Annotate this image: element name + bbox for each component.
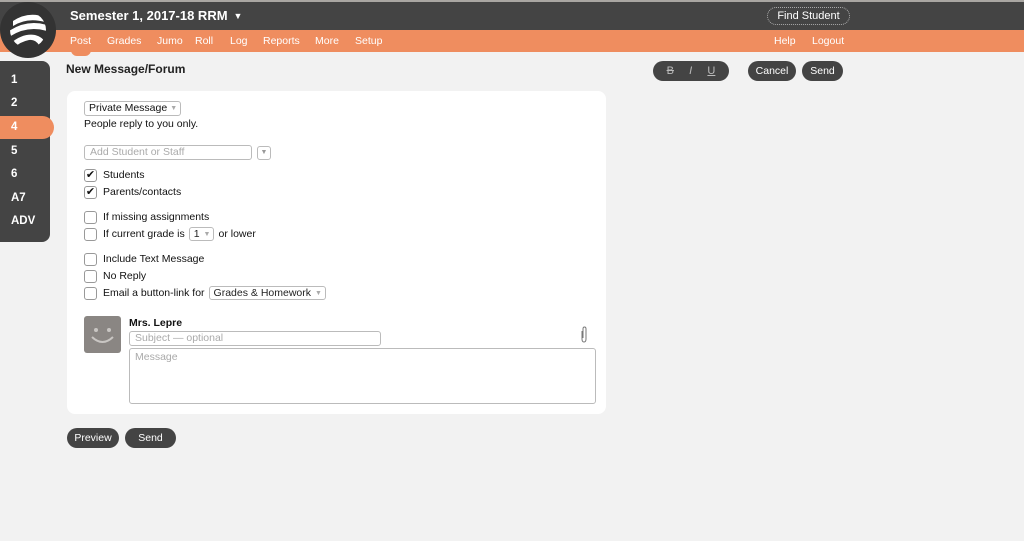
subject-input[interactable]: Subject — optional	[129, 331, 381, 346]
semester-label: Semester 1, 2017-18 RRM	[70, 8, 228, 23]
grade-threshold-value: 1	[193, 228, 200, 240]
nav-roll[interactable]: Roll	[195, 35, 213, 47]
students-label: Students	[103, 169, 145, 181]
italic-button[interactable]: I	[689, 65, 692, 77]
underline-button[interactable]: U	[707, 65, 715, 77]
chevron-down-icon: ▼	[260, 149, 268, 156]
students-option: ✔ Students	[84, 168, 144, 182]
no-reply-label: No Reply	[103, 270, 147, 282]
no-reply-option: No Reply	[84, 269, 146, 283]
nav-reports[interactable]: Reports	[263, 35, 300, 47]
message-type-value: Private Message	[89, 102, 168, 114]
nav-post[interactable]: Post	[70, 35, 91, 47]
school-logo[interactable]	[0, 2, 56, 58]
period-item[interactable]: ADV	[0, 210, 50, 233]
chevron-down-icon: ▼	[170, 105, 178, 112]
nav-log[interactable]: Log	[230, 35, 248, 47]
nav-bar	[0, 30, 1024, 52]
parents-option: ✔ Parents/contacts	[84, 185, 181, 199]
nav-logout[interactable]: Logout	[812, 35, 844, 47]
find-student-button[interactable]: Find Student	[767, 7, 850, 25]
author-name: Mrs. Lepre	[129, 317, 183, 329]
grade-threshold-select[interactable]: 1 ▼	[188, 227, 215, 241]
nav-more[interactable]: More	[315, 35, 339, 47]
chevron-down-icon: ▼	[203, 231, 211, 238]
text-message-checkbox[interactable]	[84, 252, 97, 266]
no-reply-checkbox[interactable]	[84, 269, 97, 283]
period-item-active[interactable]: 4	[0, 116, 54, 139]
smiley-icon	[91, 328, 114, 343]
period-item[interactable]: 6	[0, 163, 50, 186]
text-message-label: Include Text Message	[103, 253, 205, 265]
grade-threshold-suffix: or lower	[218, 228, 256, 240]
parents-label: Parents/contacts	[103, 186, 182, 198]
send-button-top[interactable]: Send	[802, 61, 843, 81]
message-type-select[interactable]: Private Message ▼	[84, 101, 182, 116]
missing-assignments-label: If missing assignments	[103, 211, 210, 223]
period-item[interactable]: 5	[0, 140, 50, 163]
nav-setup[interactable]: Setup	[355, 35, 382, 47]
chevron-down-icon: ▼	[315, 290, 322, 297]
students-checkbox[interactable]: ✔	[84, 168, 97, 182]
grade-threshold-option: If current grade is 1 ▼ or lower	[84, 227, 256, 241]
message-textarea[interactable]: Message	[129, 348, 596, 404]
page-title: New Message/Forum	[66, 62, 186, 76]
preview-button[interactable]: Preview	[67, 428, 119, 448]
active-tab-indicator	[71, 50, 91, 56]
send-button[interactable]: Send	[125, 428, 176, 448]
chevron-down-icon: ▼	[233, 11, 243, 21]
grade-threshold-checkbox[interactable]	[84, 227, 97, 241]
recipient-input[interactable]: Add Student or Staff	[84, 145, 252, 160]
parents-checkbox[interactable]: ✔	[84, 185, 97, 199]
period-item[interactable]: 2	[0, 92, 50, 115]
email-link-checkbox[interactable]	[84, 286, 97, 300]
nav-help[interactable]: Help	[774, 35, 796, 47]
grade-threshold-prefix: If current grade is	[103, 228, 185, 240]
cancel-button[interactable]: Cancel	[748, 61, 796, 81]
message-type-hint: People reply to you only.	[84, 118, 199, 130]
period-item[interactable]: A7	[0, 187, 50, 210]
format-toolbar: B I U	[653, 61, 729, 81]
missing-assignments-option: If missing assignments	[84, 210, 209, 224]
text-message-option: Include Text Message	[84, 252, 204, 266]
nav-grades[interactable]: Grades	[107, 35, 141, 47]
period-item[interactable]: 1	[0, 69, 50, 92]
email-link-value: Grades & Homework	[213, 287, 311, 299]
missing-assignments-checkbox[interactable]	[84, 210, 97, 224]
nav-jumo[interactable]: Jumo	[157, 35, 183, 47]
email-link-select[interactable]: Grades & Homework ▼	[208, 286, 326, 300]
avatar	[84, 316, 121, 353]
bold-button[interactable]: B	[667, 65, 674, 77]
paperclip-icon[interactable]	[579, 326, 589, 344]
email-link-label: Email a button-link for	[103, 287, 205, 299]
email-link-option: Email a button-link for Grades & Homewor…	[84, 286, 330, 300]
period-sidebar: 1 2 4 5 6 A7 ADV	[0, 61, 54, 242]
recipient-dropdown-button[interactable]: ▼	[257, 146, 271, 160]
logo-icon	[10, 14, 46, 48]
semester-selector[interactable]: Semester 1, 2017-18 RRM ▼	[70, 8, 242, 23]
